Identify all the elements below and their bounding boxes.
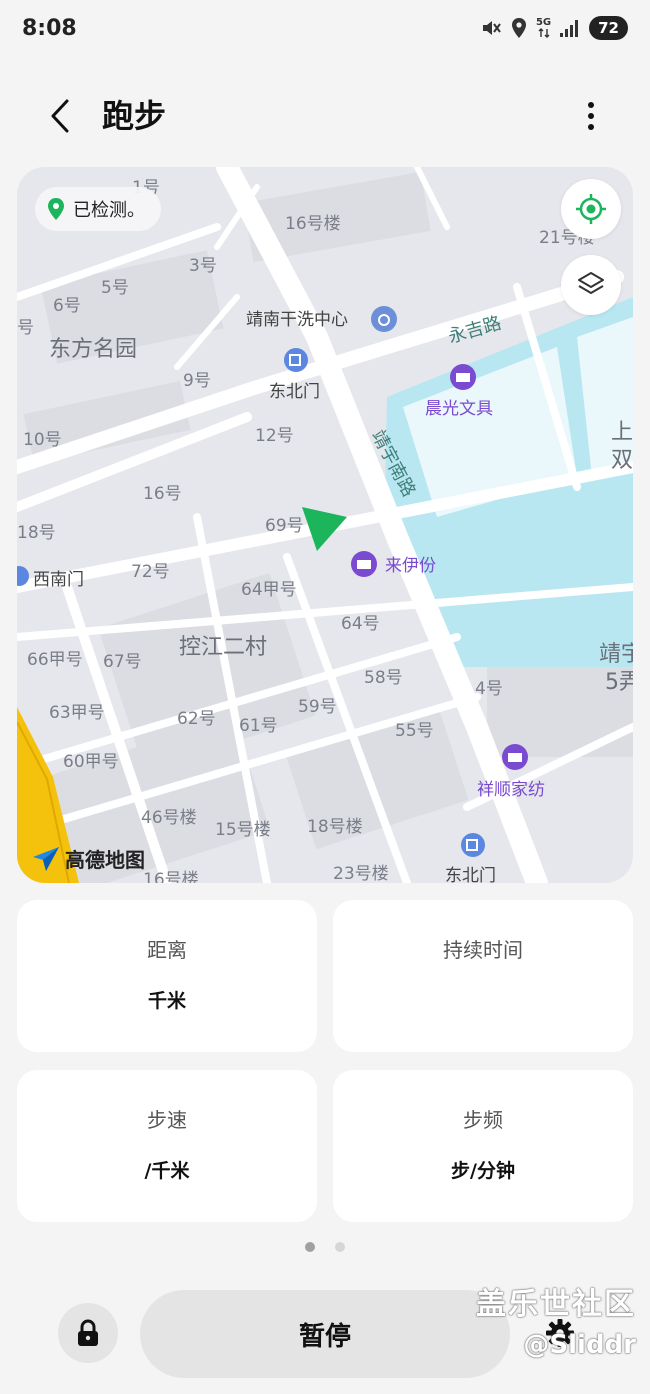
map-label: 5号 bbox=[101, 278, 129, 298]
area-label: 靖宇 bbox=[599, 642, 633, 667]
map-label: 58号 bbox=[364, 668, 403, 688]
area-label: 5弄 bbox=[605, 670, 633, 695]
page-title: 跑步 bbox=[102, 97, 167, 135]
map-label: 60甲号 bbox=[63, 752, 119, 772]
poi-icon-stationery[interactable] bbox=[450, 364, 476, 390]
poi-label: 西南门 bbox=[33, 570, 84, 590]
stat-value: 千米 bbox=[147, 990, 186, 1012]
stat-value: /千米 bbox=[144, 1160, 190, 1182]
map-label: 23号楼 bbox=[333, 864, 389, 883]
map-label: 18号 bbox=[17, 523, 56, 543]
status-time: 8:08 bbox=[22, 15, 77, 41]
poi-icon-gate-northeast[interactable] bbox=[284, 348, 308, 372]
map-label: 3号 bbox=[189, 256, 217, 276]
more-options-button[interactable] bbox=[576, 94, 606, 138]
amap-logo-icon bbox=[33, 846, 59, 871]
map-label: 63甲号 bbox=[49, 703, 105, 723]
watermark-line-1: 盖乐世社区 bbox=[476, 1287, 636, 1322]
map-canvas[interactable]: 1号 16号楼 21号楼 3号 5号 6号 号 9号 10号 12号 16号 1… bbox=[17, 167, 633, 883]
map-label: 66甲号 bbox=[27, 650, 83, 670]
poi-icon-laiyifen[interactable] bbox=[351, 551, 377, 577]
stat-card-distance: 距离 千米 bbox=[17, 900, 317, 1052]
stat-label: 持续时间 bbox=[443, 938, 523, 962]
map-label: 69号 bbox=[265, 516, 304, 536]
status-bar: 8:08 5G 72 bbox=[0, 0, 650, 56]
pause-button-label: 暂停 bbox=[298, 1321, 351, 1352]
map-label: 55号 bbox=[395, 721, 434, 741]
back-button[interactable] bbox=[38, 94, 82, 138]
poi-label: 晨光文具 bbox=[425, 399, 493, 419]
page-dot-active[interactable] bbox=[305, 1242, 315, 1252]
status-icons: 5G 72 bbox=[480, 16, 628, 40]
map-label: 10号 bbox=[23, 430, 62, 450]
map-label: 64甲号 bbox=[241, 580, 297, 600]
map-label: 62号 bbox=[177, 709, 216, 729]
map-label: 16号楼 bbox=[143, 870, 199, 883]
poi-label: 来伊份 bbox=[385, 556, 436, 576]
location-icon bbox=[510, 17, 528, 39]
page-dot[interactable] bbox=[335, 1242, 345, 1252]
location-status-chip: 已检测。 bbox=[35, 187, 161, 231]
more-vertical-icon bbox=[588, 102, 594, 130]
location-pin-icon bbox=[48, 198, 64, 220]
watermark: 盖乐世社区 @Sliddr bbox=[476, 1288, 636, 1362]
poi-label: 东北门 bbox=[269, 382, 320, 402]
poi-label: 祥顺家纺 bbox=[477, 780, 545, 800]
map-label: 15号楼 bbox=[215, 820, 271, 840]
stat-card-duration: 持续时间 bbox=[333, 900, 633, 1052]
stat-label: 距离 bbox=[147, 938, 187, 962]
watermark-line-2: @Sliddr bbox=[523, 1330, 636, 1360]
mute-icon bbox=[480, 17, 502, 39]
network-icon: 5G bbox=[536, 18, 551, 38]
location-status-text: 已检测。 bbox=[73, 200, 145, 221]
stat-label: 步频 bbox=[463, 1108, 503, 1132]
lock-icon bbox=[78, 1319, 98, 1346]
map-layers-button[interactable] bbox=[561, 255, 621, 315]
layers-icon bbox=[578, 272, 604, 294]
stat-card-cadence: 步频 步/分钟 bbox=[333, 1070, 633, 1222]
amap-logo-text: 高德地图 bbox=[65, 848, 145, 872]
area-label: 控江二村 bbox=[179, 635, 267, 660]
map-label: 9号 bbox=[183, 371, 211, 391]
map-label: 16号 bbox=[143, 484, 182, 504]
battery-indicator: 72 bbox=[589, 16, 628, 40]
map-label: 67号 bbox=[103, 652, 142, 672]
recenter-button[interactable] bbox=[561, 179, 621, 239]
poi-label: 东北门 bbox=[445, 866, 496, 883]
map-label: 59号 bbox=[298, 697, 337, 717]
map-label: 12号 bbox=[255, 426, 294, 446]
poi-icon-xiangshun[interactable] bbox=[502, 744, 528, 770]
stat-label: 步速 bbox=[147, 1108, 187, 1132]
map-label: 6号 bbox=[53, 296, 81, 316]
area-label: 上 bbox=[611, 420, 633, 445]
stat-card-pace: 步速 /千米 bbox=[17, 1070, 317, 1222]
network-label: 5G bbox=[535, 17, 552, 28]
pause-button[interactable]: 暂停 bbox=[140, 1290, 510, 1378]
page-indicator bbox=[0, 1242, 650, 1252]
amap-logo: 高德地图 bbox=[31, 844, 145, 873]
map-label: 72号 bbox=[131, 562, 170, 582]
map-label: 16号楼 bbox=[285, 214, 341, 234]
map-label: 号 bbox=[17, 318, 34, 338]
map-view[interactable]: 1号 16号楼 21号楼 3号 5号 6号 号 9号 10号 12号 16号 1… bbox=[17, 167, 633, 883]
crosshair-icon bbox=[576, 194, 606, 224]
app-header: 跑步 bbox=[0, 80, 650, 150]
lock-button[interactable] bbox=[58, 1303, 118, 1363]
poi-icon-laundry[interactable] bbox=[371, 306, 397, 332]
map-label: 61号 bbox=[239, 716, 278, 736]
area-label: 东方名园 bbox=[49, 337, 137, 362]
map-label: 18号楼 bbox=[307, 817, 363, 837]
poi-label: 靖南干洗中心 bbox=[246, 310, 348, 330]
area-label: 双 bbox=[611, 448, 633, 473]
poi-icon-gate-northeast-2[interactable] bbox=[461, 833, 485, 857]
map-label: 46号楼 bbox=[141, 808, 197, 828]
map-label: 64号 bbox=[341, 614, 380, 634]
signal-icon bbox=[559, 18, 581, 38]
back-arrow-icon bbox=[51, 99, 69, 133]
stat-value: 步/分钟 bbox=[451, 1160, 515, 1182]
map-label: 4号 bbox=[475, 679, 503, 699]
